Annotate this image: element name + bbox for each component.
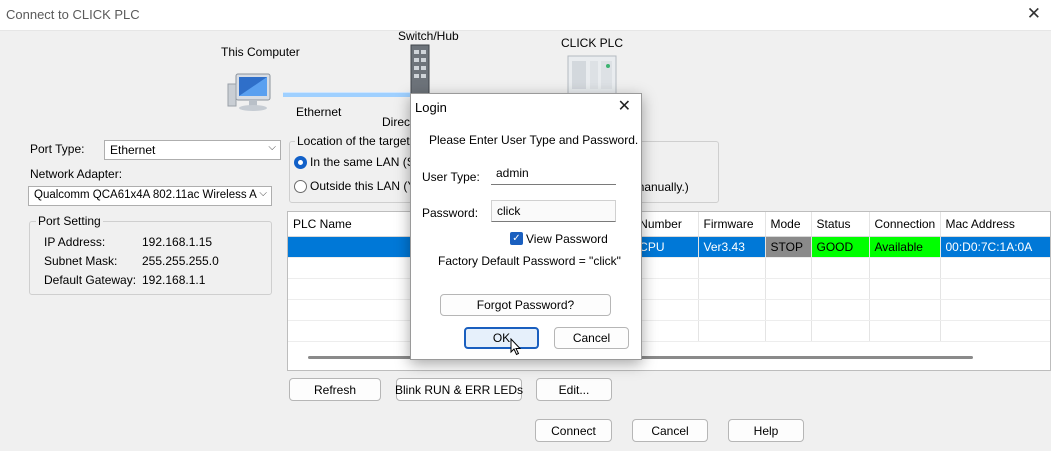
help-button[interactable]: Help (728, 419, 804, 442)
port-type-value: Ethernet (110, 143, 156, 157)
window-title: Connect to CLICK PLC (6, 7, 140, 22)
login-title: Login (415, 100, 447, 115)
close-icon[interactable]: ✕ (1027, 4, 1041, 24)
cancel-button[interactable]: Cancel (632, 419, 708, 442)
chevron-down-icon: ⌵ (268, 142, 276, 153)
factory-default-text: Factory Default Password = "click" (438, 254, 621, 268)
default-gateway-label: Default Gateway: (44, 273, 137, 287)
port-setting-title: Port Setting (36, 214, 103, 228)
forgot-password-button[interactable]: Forgot Password? (440, 294, 611, 316)
chevron-down-icon: ⌵ (257, 188, 267, 199)
network-adapter-value: Qualcomm QCA61x4A 802.11ac Wireless Ac (34, 189, 263, 201)
table-row[interactable] (288, 257, 1050, 279)
column-header[interactable]: Connection (869, 212, 941, 237)
plc-label: CLICK PLC (561, 36, 624, 50)
switch-icon (410, 44, 430, 96)
table-cell: 00:D0:7C:1A:0A (940, 236, 1050, 258)
login-cancel-button[interactable]: Cancel (554, 327, 629, 349)
plc-table[interactable]: PLC Name t Number Firmware Mode Status C… (287, 211, 1051, 371)
ethernet-cable (283, 92, 411, 97)
switch-label: Switch/Hub (398, 29, 459, 43)
refresh-button[interactable]: Refresh (289, 378, 381, 401)
password-field[interactable]: click (491, 200, 616, 222)
table-header-row: PLC Name t Number Firmware Mode Status C… (288, 212, 1050, 237)
table-row[interactable] (288, 299, 1050, 321)
table-cell: Ver3.43 (698, 236, 766, 258)
table-cell: GOOD (811, 236, 870, 258)
port-type-select[interactable]: Ethernet ⌵ (104, 140, 281, 160)
location-title: Location of the target (295, 134, 412, 148)
table-row[interactable] (288, 278, 1050, 300)
user-type-value: admin (496, 166, 529, 180)
subnet-mask-value: 255.255.255.0 (142, 254, 219, 268)
table-row[interactable]: 3CPU Ver3.43 STOP GOOD Available 00:D0:7… (288, 236, 1050, 258)
plc-icon (566, 52, 618, 95)
column-header[interactable]: Mode (765, 212, 812, 237)
column-header[interactable]: Status (811, 212, 870, 237)
view-password-checkbox[interactable]: ✓ (510, 232, 523, 245)
outside-lan-radio[interactable] (294, 180, 307, 193)
computer-icon (226, 70, 282, 116)
default-gateway-value: 192.168.1.1 (142, 273, 206, 287)
edit-button[interactable]: Edit... (536, 378, 612, 401)
network-adapter-select[interactable]: Qualcomm QCA61x4A 802.11ac Wireless Ac ⌵ (28, 186, 272, 206)
login-dialog: Login ✕ Please Enter User Type and Passw… (410, 93, 642, 360)
ok-button[interactable]: OK (464, 327, 539, 349)
subnet-mask-label: Subnet Mask: (44, 254, 118, 268)
table-cell: STOP (765, 236, 812, 258)
connect-button[interactable]: Connect (535, 419, 612, 442)
title-bar: Connect to CLICK PLC ✕ (0, 0, 1051, 31)
password-label: Password: (422, 206, 479, 220)
column-header[interactable]: Firmware (698, 212, 766, 237)
user-type-field[interactable]: admin (491, 163, 616, 185)
close-icon[interactable]: ✕ (618, 96, 631, 116)
ethernet-label: Ethernet (296, 105, 342, 119)
ip-address-value: 192.168.1.15 (142, 235, 213, 249)
direct-label: Direct (382, 115, 414, 129)
password-value: click (497, 204, 521, 218)
blink-leds-button[interactable]: Blink RUN & ERR LEDs (395, 378, 523, 401)
ip-address-label: IP Address: (44, 235, 106, 249)
outside-lan-label[interactable]: Outside this LAN (Yo (310, 179, 421, 193)
login-prompt: Please Enter User Type and Password. (429, 133, 639, 147)
computer-label: This Computer (221, 45, 300, 59)
table-cell: Available (869, 236, 941, 258)
network-adapter-label: Network Adapter: (30, 167, 123, 181)
same-lan-radio[interactable] (294, 156, 307, 169)
table-row[interactable] (288, 320, 1050, 342)
column-header[interactable]: Mac Address (940, 212, 1050, 237)
port-type-label: Port Type: (30, 142, 85, 156)
mouse-cursor-icon (510, 337, 522, 356)
same-lan-label[interactable]: In the same LAN (Sc (310, 155, 421, 169)
view-password-label[interactable]: View Password (526, 232, 608, 246)
user-type-label: User Type: (422, 170, 480, 184)
